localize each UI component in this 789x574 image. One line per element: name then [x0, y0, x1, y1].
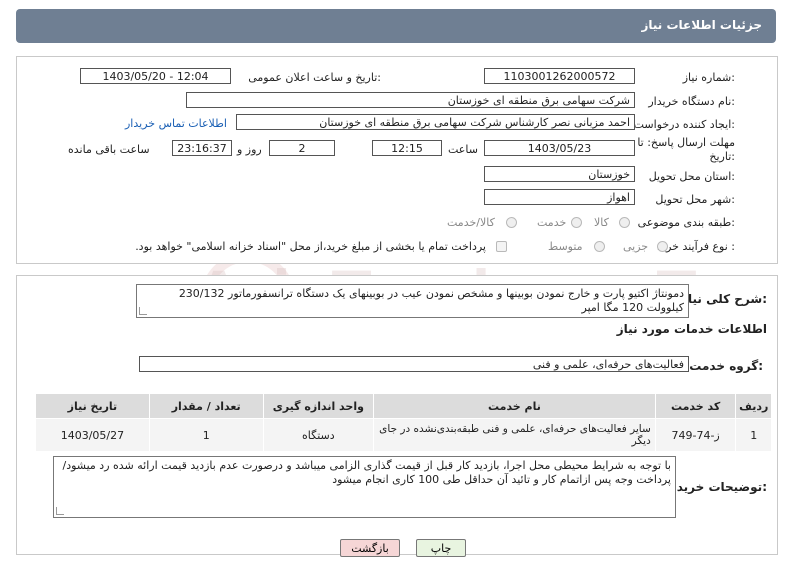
service-group-field: فعالیت‌های حرفه‌ای، علمی و فنی: [139, 356, 689, 372]
announce-label: تاریخ و ساعت اعلان عمومی:: [248, 71, 381, 84]
process-radio-minor[interactable]: [657, 241, 668, 252]
deadline-date-field: 1403/05/23: [484, 140, 635, 156]
resize-handle-icon[interactable]: [56, 507, 64, 515]
summary-text: دمونتاژ اکتیو پارت و خارج نمودن بوبینها …: [178, 287, 684, 314]
category-label: طبقه بندی موضوعی:: [637, 216, 735, 229]
services-section-title: اطلاعات خدمات مورد نیاز: [616, 322, 767, 336]
col-unit: واحد اندازه گیری: [262, 393, 375, 419]
col-row-number: ردیف: [735, 393, 772, 419]
process-label: نوع فرآیند خرید :: [657, 240, 735, 253]
days-remaining-field: 2: [269, 140, 335, 156]
table-row: 1 ز-74-749 سایر فعالیت‌های حرفه‌ای، علمی…: [35, 418, 772, 452]
city-field: اهواز: [484, 189, 635, 205]
need-number-label: شماره نیاز:: [682, 71, 735, 84]
creator-field: احمد مزبانی نصر کارشناس شرکت سهامی برق م…: [236, 114, 635, 130]
resize-handle-icon[interactable]: [139, 307, 147, 315]
cell-need-date: 1403/05/27: [35, 418, 150, 452]
summary-label: شرح کلی نیاز:: [681, 292, 767, 306]
deadline-time-field: 12:15: [372, 140, 442, 156]
buyer-notes-label: توضیحات خریدار:: [665, 480, 767, 494]
col-need-date: تاریخ نیاز: [35, 393, 150, 419]
deadline-time-label: ساعت: [448, 143, 478, 156]
cell-service-name: سایر فعالیت‌های حرفه‌ای، علمی و فنی طبقه…: [373, 418, 656, 452]
deadline-label-2: تاریخ:: [709, 150, 735, 163]
services-table: ردیف کد خدمت نام خدمت واحد اندازه گیری ت…: [35, 393, 772, 452]
need-number-field: 1103001262000572: [484, 68, 635, 84]
creator-label: ایجاد کننده درخواست:: [633, 118, 735, 131]
table-header-row: ردیف کد خدمت نام خدمت واحد اندازه گیری ت…: [35, 393, 772, 419]
province-field: خوزستان: [484, 166, 635, 182]
buyer-contact-link[interactable]: اطلاعات تماس خریدار: [125, 117, 227, 130]
time-remaining-label: ساعت باقی مانده: [68, 143, 150, 156]
announce-field: 1403/05/20 - 12:04: [80, 68, 231, 84]
page-title: جزئیات اطلاعات نیاز: [641, 18, 762, 32]
buyer-org-field: شرکت سهامی برق منطقه ای خوزستان: [186, 92, 635, 108]
col-service-code: کد خدمت: [654, 393, 737, 419]
summary-textarea: دمونتاژ اکتیو پارت و خارج نمودن بوبینها …: [136, 284, 689, 318]
buyer-notes-text: با توجه به شرایط محیطی محل اجرا، بازدید …: [62, 459, 672, 486]
print-button[interactable]: چاپ: [416, 539, 466, 557]
info-panel: [16, 56, 778, 264]
category-radio-service[interactable]: [571, 217, 582, 228]
cell-row-number: 1: [735, 418, 772, 452]
col-quantity: تعداد / مقدار: [148, 393, 264, 419]
process-radio-medium[interactable]: [594, 241, 605, 252]
province-label: استان محل تحویل:: [648, 170, 735, 183]
treasury-payment-checkbox[interactable]: [496, 241, 507, 252]
service-group-label: گروه خدمت:: [689, 359, 763, 373]
city-label: شهر محل تحویل:: [655, 193, 735, 206]
col-service-name: نام خدمت: [373, 393, 656, 419]
time-remaining-field: 23:16:37: [172, 140, 232, 156]
buyer-notes-textarea: با توجه به شرایط محیطی محل اجرا، بازدید …: [53, 456, 676, 518]
category-radio-goods[interactable]: [619, 217, 630, 228]
back-button[interactable]: بازگشت: [340, 539, 400, 557]
category-option-service: خدمت: [537, 216, 567, 229]
deadline-label: مهلت ارسال پاسخ: تا: [637, 136, 735, 149]
cell-quantity: 1: [148, 418, 264, 452]
category-option-goods: کالا: [594, 216, 609, 229]
days-label: روز و: [237, 143, 262, 156]
cell-service-code: ز-74-749: [654, 418, 737, 452]
category-radio-goods-service[interactable]: [506, 217, 517, 228]
treasury-payment-note: پرداخت تمام یا بخشی از مبلغ خرید،از محل …: [135, 240, 486, 253]
buyer-org-label: نام دستگاه خریدار:: [648, 95, 735, 108]
category-option-goods-service: کالا/خدمت: [447, 216, 495, 229]
process-option-medium: متوسط: [548, 240, 583, 253]
cell-unit: دستگاه: [262, 418, 375, 452]
page-header: جزئیات اطلاعات نیاز: [16, 9, 776, 43]
process-option-minor: جزیی: [623, 240, 649, 253]
